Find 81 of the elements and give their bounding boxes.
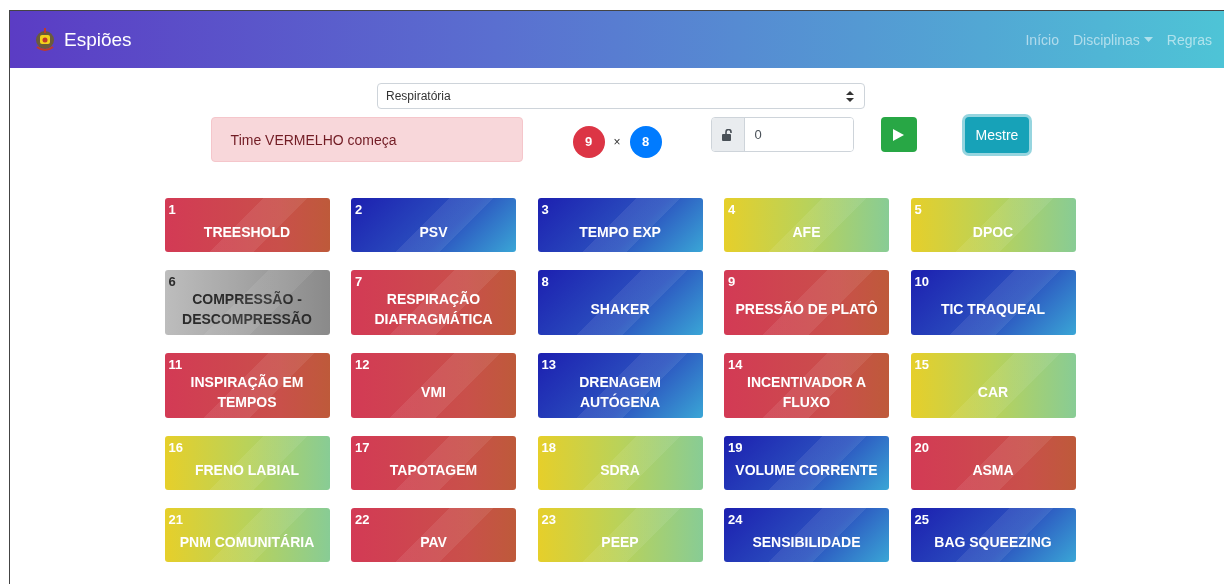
card-word: PAV xyxy=(419,532,448,552)
card-word: BAG SQUEEZING xyxy=(933,532,1053,552)
word-card[interactable]: 17 TAPOTAGEM xyxy=(351,436,516,490)
master-button[interactable]: Mestre xyxy=(964,116,1030,153)
card-word: PNM COMUNITÁRIA xyxy=(178,532,316,552)
word-card[interactable]: 11 INSPIRAÇÃO EM TEMPOS xyxy=(164,353,330,418)
card-word: VOLUME CORRENTE xyxy=(734,460,879,480)
word-card[interactable]: 14 INCENTIVADOR A FLUXO xyxy=(724,353,889,418)
word-card[interactable]: 2 PSV xyxy=(351,198,516,252)
card-number: 8 xyxy=(541,274,549,289)
card-number: 19 xyxy=(728,440,743,455)
alert-message: Time VERMELHO começa xyxy=(210,117,523,162)
card-number: 9 xyxy=(728,274,736,289)
card-word: SHAKER xyxy=(589,300,651,319)
card-number: 10 xyxy=(914,274,929,289)
card-number: 12 xyxy=(355,357,370,372)
word-card[interactable]: 24 SENSIBILIDADE xyxy=(724,508,889,562)
card-number: 1 xyxy=(168,202,176,217)
card-number: 16 xyxy=(168,440,183,455)
word-card[interactable]: 8 SHAKER xyxy=(537,270,703,335)
card-word: COMPRESSÃO - DESCOMPRESSÃO xyxy=(181,290,313,329)
word-card[interactable]: 7 RESPIRAÇÃO DIAFRAGMÁTICA xyxy=(351,270,516,335)
word-card[interactable]: 12 VMI xyxy=(351,353,516,418)
card-word: TIC TRAQUEAL xyxy=(939,300,1047,319)
card-number: 3 xyxy=(541,202,549,217)
card-word: FRENO LABIAL xyxy=(193,460,301,480)
card-word: VMI xyxy=(420,383,447,402)
crest-icon xyxy=(34,26,56,53)
card-number: 2 xyxy=(355,202,363,217)
word-card[interactable]: 22 PAV xyxy=(351,508,516,562)
card-number: 15 xyxy=(914,357,929,372)
key-field[interactable]: 0 xyxy=(710,117,854,152)
versus-sign: × xyxy=(613,134,621,149)
card-word: CAR xyxy=(976,383,1010,402)
card-number: 18 xyxy=(541,440,556,455)
card-number: 25 xyxy=(914,512,929,527)
word-card[interactable]: 13 DRENAGEM AUTÓGENA xyxy=(537,353,703,418)
card-number: 21 xyxy=(168,512,183,527)
card-number: 7 xyxy=(355,274,363,289)
card-number: 11 xyxy=(168,357,183,372)
play-button[interactable] xyxy=(880,117,917,152)
card-number: 24 xyxy=(728,512,743,527)
word-card[interactable]: 10 TIC TRAQUEAL xyxy=(910,270,1076,335)
card-word: TEMPO EXP xyxy=(578,222,662,242)
card-word: RESPIRAÇÃO DIAFRAGMÁTICA xyxy=(373,290,494,329)
card-word: TAPOTAGEM xyxy=(388,460,479,480)
card-number: 23 xyxy=(541,512,556,527)
card-word: TREESHOLD xyxy=(202,222,292,242)
word-card[interactable]: 20 ASMA xyxy=(910,436,1076,490)
card-word: SENSIBILIDADE xyxy=(751,532,862,552)
card-word: SDRA xyxy=(599,460,641,480)
card-word: PEEP xyxy=(600,532,640,552)
card-word: DPOC xyxy=(971,222,1015,242)
card-number: 22 xyxy=(355,512,370,527)
score-badge: 8 xyxy=(629,125,662,158)
card-word: ASMA xyxy=(971,460,1015,480)
card-word: AFE xyxy=(791,222,822,242)
word-card[interactable]: 1 TREESHOLD xyxy=(164,198,330,252)
card-word: PRESSÃO DE PLATÔ xyxy=(734,299,879,319)
card-word: PSV xyxy=(418,222,449,242)
card-word: INSPIRAÇÃO EM TEMPOS xyxy=(189,373,305,412)
word-card[interactable]: 19 VOLUME CORRENTE xyxy=(724,436,889,490)
card-word: INCENTIVADOR A FLUXO xyxy=(746,373,867,412)
card-number: 20 xyxy=(914,440,929,455)
word-card[interactable]: 9 PRESSÃO DE PLATÔ xyxy=(724,270,889,335)
word-card[interactable]: 3 TEMPO EXP xyxy=(537,198,703,252)
card-word: DRENAGEM AUTÓGENA xyxy=(578,373,662,412)
sort-icon xyxy=(846,90,854,102)
word-card[interactable]: 6 COMPRESSÃO - DESCOMPRESSÃO xyxy=(164,270,330,335)
caret-icon xyxy=(1143,37,1153,42)
card-number: 4 xyxy=(728,202,736,217)
word-card[interactable]: 25 BAG SQUEEZING xyxy=(910,508,1076,562)
card-number: 5 xyxy=(914,202,922,217)
card-number: 17 xyxy=(355,440,370,455)
brand-name[interactable]: Espiões xyxy=(64,28,132,51)
play-icon xyxy=(893,128,905,141)
discipline-select[interactable]: Respiratória xyxy=(377,83,865,109)
card-number: 6 xyxy=(168,274,176,289)
card-number: 13 xyxy=(541,357,556,372)
card-number: 14 xyxy=(728,357,743,372)
score-badge: 9 xyxy=(572,125,605,158)
